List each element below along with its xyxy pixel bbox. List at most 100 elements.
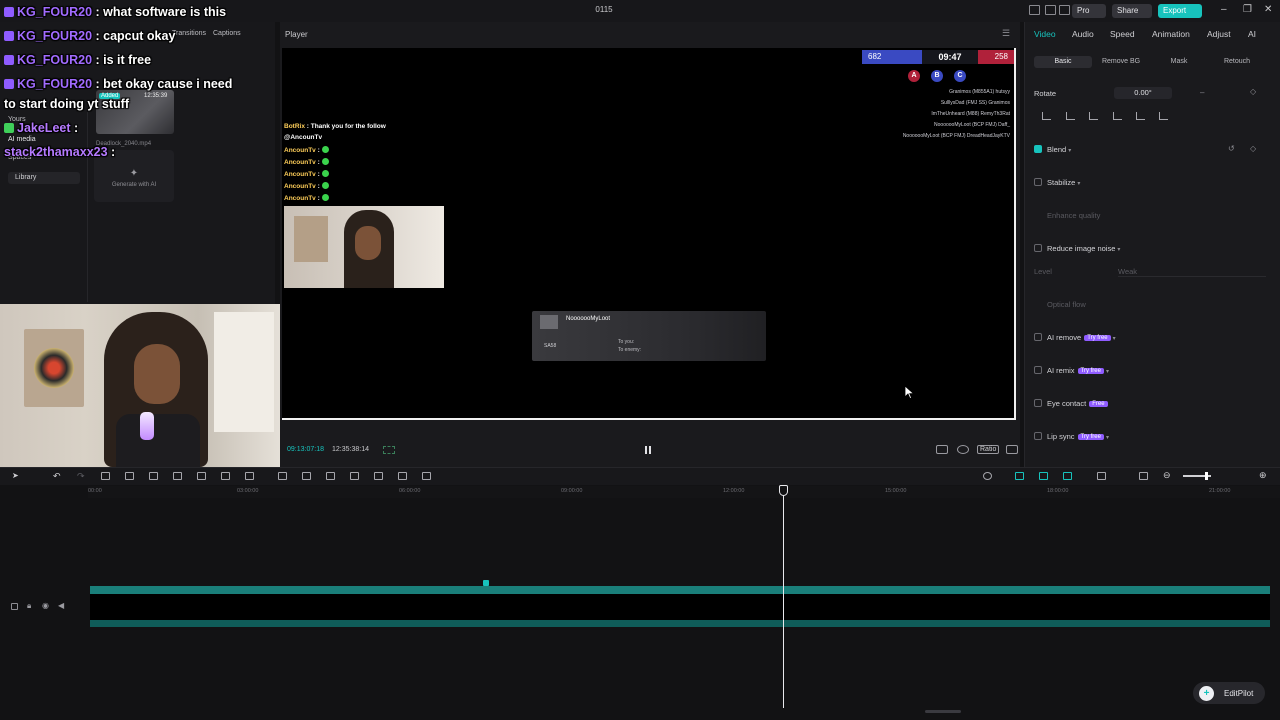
rotate-reset-icon[interactable]: – — [1200, 88, 1204, 97]
reset-icon[interactable]: ↺ — [1228, 144, 1235, 153]
video-clip[interactable] — [90, 594, 1270, 620]
eye-contact-label[interactable]: Eye contact Free — [1047, 399, 1108, 408]
align-center-v-icon[interactable] — [1136, 112, 1145, 120]
playhead-handle[interactable] — [779, 485, 788, 496]
mirror-icon[interactable] — [245, 472, 254, 480]
close-icon[interactable]: ✕ — [1264, 4, 1272, 15]
delete-icon[interactable] — [173, 472, 182, 480]
ratio-button[interactable]: Ratio — [977, 445, 1000, 454]
safe-area-icon[interactable] — [936, 445, 948, 454]
align-bottom-icon[interactable] — [1159, 112, 1168, 120]
preview-axis-icon[interactable] — [1097, 472, 1106, 480]
waveform-icon[interactable] — [383, 446, 395, 454]
export-button[interactable]: Export — [1158, 4, 1202, 18]
nav-item-ai-media[interactable]: AI media — [8, 136, 80, 143]
menu-icon[interactable]: ☰ — [1002, 28, 1010, 39]
blend-checkbox[interactable] — [1034, 145, 1042, 153]
magic-icon[interactable] — [350, 472, 359, 480]
subtab-basic[interactable]: Basic — [1034, 56, 1092, 68]
video-clip-header[interactable] — [90, 586, 1270, 594]
select-tool-icon[interactable]: ➤ — [12, 471, 19, 480]
maximize-icon[interactable]: ❐ — [1243, 4, 1252, 15]
align-center-h-icon[interactable] — [1066, 112, 1075, 120]
try-free-badge: Try free — [1084, 335, 1111, 341]
marker-icon[interactable] — [197, 472, 206, 480]
timecode-total: 12:35:38:14 — [332, 446, 369, 453]
align-top-icon[interactable] — [1113, 112, 1122, 120]
split-icon[interactable] — [101, 472, 110, 480]
redo-icon[interactable]: ↷ — [77, 471, 85, 482]
subtab-mask[interactable]: Mask — [1160, 56, 1198, 68]
timeline-scrollbar[interactable] — [925, 710, 961, 713]
fullscreen-icon[interactable] — [1006, 445, 1018, 454]
subtab-remove-bg[interactable]: Remove BG — [1096, 56, 1146, 68]
fit-icon[interactable] — [1139, 472, 1148, 480]
tab-transitions[interactable]: Transitions — [172, 30, 206, 37]
tab-ai[interactable]: AI — [1248, 29, 1256, 39]
timeline-ruler[interactable] — [88, 486, 1280, 498]
split-left-icon[interactable] — [125, 472, 134, 480]
align-right-icon[interactable] — [1089, 112, 1098, 120]
tab-captions[interactable]: Captions — [213, 30, 241, 37]
media-icon[interactable] — [398, 472, 407, 480]
caption-icon[interactable] — [374, 472, 383, 480]
ai-remix-checkbox[interactable] — [1034, 366, 1042, 374]
keyframe-icon[interactable]: ◇ — [1250, 144, 1256, 153]
keyframe-icon[interactable]: ◇ — [1250, 87, 1256, 96]
track-cover-icon[interactable] — [11, 603, 18, 610]
layout-icon[interactable] — [1029, 5, 1040, 15]
lip-sync-label[interactable]: Lip sync Try free ▾ — [1047, 432, 1109, 441]
tab-animation[interactable]: Animation — [1152, 29, 1190, 39]
tab-video[interactable]: Video — [1034, 29, 1056, 39]
pro-button[interactable]: Pro — [1072, 4, 1106, 18]
eye-icon[interactable]: ◉ — [42, 601, 49, 610]
speed-icon[interactable] — [326, 472, 335, 480]
stabilize-label[interactable]: Stabilize ▾ — [1047, 178, 1080, 187]
tab-audio[interactable]: Audio — [1072, 29, 1094, 39]
lip-sync-checkbox[interactable] — [1034, 432, 1042, 440]
link-icon[interactable] — [1015, 472, 1024, 480]
ai-remix-label[interactable]: AI remix Try free ▾ — [1047, 366, 1109, 375]
magnet-icon[interactable] — [1039, 472, 1048, 480]
snap-icon[interactable] — [1063, 472, 1072, 480]
zoom-view-icon[interactable] — [957, 445, 969, 454]
audio-waveform[interactable] — [90, 620, 1270, 627]
undo-icon[interactable]: ↶ — [53, 471, 61, 482]
eye-contact-checkbox[interactable] — [1034, 399, 1042, 407]
library-dropdown[interactable]: Library — [8, 172, 80, 184]
tab-adjust[interactable]: Adjust — [1207, 29, 1231, 39]
zoom-in-icon[interactable]: ⊕ — [1259, 470, 1267, 481]
crop-icon[interactable] — [221, 472, 230, 480]
ingame-chat-line: BotRix : Thank you for the follow — [284, 123, 386, 130]
microphone-icon[interactable] — [983, 472, 992, 480]
blend-label[interactable]: Blend ▾ — [1047, 145, 1071, 154]
rotate-input[interactable]: 0.00° — [1114, 87, 1172, 99]
speaker-icon[interactable]: ◀ — [58, 601, 64, 610]
align-left-icon[interactable] — [1042, 112, 1051, 120]
reverse-icon[interactable] — [302, 472, 311, 480]
zoom-slider-handle[interactable] — [1205, 472, 1208, 480]
enhance-quality-label: Enhance quality — [1047, 211, 1101, 220]
panel-icon[interactable] — [1045, 5, 1056, 15]
share-button[interactable]: Share — [1112, 4, 1152, 18]
ai-remove-checkbox[interactable] — [1034, 333, 1042, 341]
streamer-face — [355, 226, 381, 260]
shortcut-icon[interactable] — [1059, 5, 1070, 15]
lock-icon[interactable]: 🔒︎ — [27, 601, 31, 611]
subtab-retouch[interactable]: Retouch — [1216, 56, 1258, 68]
video-preview[interactable]: 682 09:47 258 A B C Granimos (M855A1) hu… — [282, 48, 1016, 420]
stabilize-checkbox[interactable] — [1034, 178, 1042, 186]
pause-button[interactable] — [643, 445, 653, 455]
kill-card: NooooooMyLoot SA58 To you: To enemy: — [532, 311, 766, 361]
zoom-out-icon[interactable]: ⊖ — [1163, 470, 1171, 481]
ai-remove-label[interactable]: AI remove Try free ▾ — [1047, 333, 1116, 342]
killfeed-entry: Granimos (M855A1) hutsyy — [949, 89, 1010, 95]
reduce-noise-label[interactable]: Reduce image noise ▾ — [1047, 244, 1120, 253]
reduce-noise-checkbox[interactable] — [1034, 244, 1042, 252]
tab-speed[interactable]: Speed — [1110, 29, 1135, 39]
minimize-icon[interactable]: – — [1221, 4, 1227, 15]
playhead-line[interactable] — [783, 486, 784, 708]
split-right-icon[interactable] — [149, 472, 158, 480]
freeze-icon[interactable] — [278, 472, 287, 480]
effect-icon[interactable] — [422, 472, 431, 480]
